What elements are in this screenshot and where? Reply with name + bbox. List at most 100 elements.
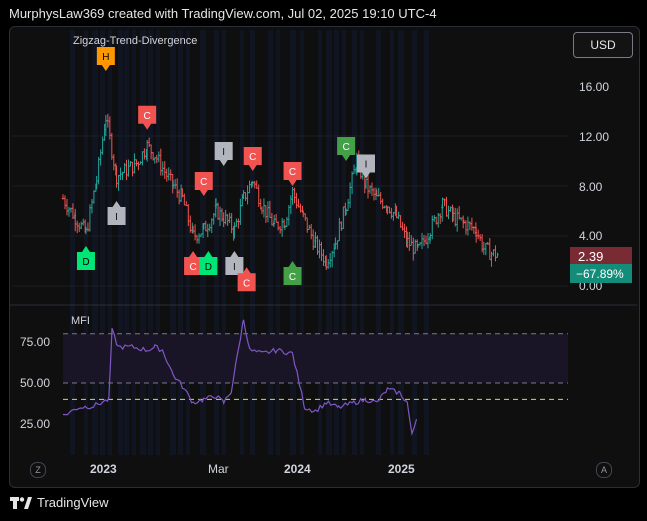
candle <box>494 245 497 262</box>
candle <box>346 199 350 211</box>
x-tick-label: 2025 <box>388 462 415 476</box>
candle <box>470 217 474 231</box>
candle <box>112 154 116 171</box>
divergence-band <box>342 30 346 455</box>
candle <box>488 238 492 261</box>
candle <box>255 180 258 189</box>
candle <box>226 214 229 226</box>
mfi-indicator-label[interactable]: MFI <box>71 315 90 327</box>
candle <box>193 224 197 241</box>
zigzag-marker-label: C <box>289 272 296 283</box>
change-percent-badge: −67.89% <box>570 264 632 283</box>
divergence-band <box>334 30 339 455</box>
divergence-band <box>92 30 98 455</box>
candle <box>476 229 480 240</box>
zoom-reset-button[interactable]: Z <box>30 462 46 478</box>
tradingview-logo-icon <box>10 496 32 509</box>
candle <box>433 215 436 222</box>
candle <box>370 182 374 197</box>
mfi-y-tick-label: 25.00 <box>20 417 51 431</box>
zigzag-marker[interactable]: H <box>96 47 115 71</box>
zigzag-marker-label: C <box>243 278 250 289</box>
zigzag-marker[interactable]: C <box>243 147 262 171</box>
candle <box>314 231 317 249</box>
divergence-band <box>360 30 364 455</box>
candle <box>80 221 83 230</box>
zigzag-marker-label: C <box>289 167 296 178</box>
currency-button[interactable]: USD <box>573 32 633 58</box>
candle <box>287 205 291 226</box>
candle <box>153 157 157 164</box>
divergence-band <box>290 30 296 455</box>
footer-brand: TradingView <box>10 495 109 510</box>
zigzag-marker-label: I <box>115 212 118 223</box>
candle <box>496 252 499 258</box>
divergence-band <box>222 30 226 455</box>
candle <box>67 206 71 217</box>
divergence-band <box>70 30 75 455</box>
zigzag-marker[interactable]: I <box>357 154 375 179</box>
candle <box>439 213 442 224</box>
candle <box>447 205 450 220</box>
main-indicator-label[interactable]: Zigzag-Trend-Divergence <box>73 35 197 47</box>
divergence-band <box>140 30 146 455</box>
candle <box>306 217 309 233</box>
mfi-band-fill <box>63 333 568 383</box>
candle <box>484 242 488 256</box>
candle <box>218 206 222 227</box>
candle <box>137 161 140 171</box>
zigzag-marker-label: C <box>200 177 207 188</box>
candle <box>408 231 411 251</box>
zigzag-marker-label: I <box>233 262 236 273</box>
candle <box>482 241 486 255</box>
candle <box>456 208 459 232</box>
candle <box>235 218 238 227</box>
divergence-band <box>250 30 255 455</box>
divergence-band <box>124 30 129 455</box>
candle <box>429 233 432 241</box>
candle <box>474 226 478 243</box>
zigzag-marker-label: C <box>342 142 349 153</box>
x-tick-label: Mar <box>208 462 229 476</box>
y-tick-label: 8.00 <box>579 180 603 194</box>
candle <box>280 217 284 237</box>
candle <box>230 213 233 234</box>
candle <box>197 233 201 244</box>
zigzag-marker-label: I <box>222 147 225 158</box>
zigzag-marker[interactable]: C <box>283 261 302 285</box>
zigzag-marker-label: H <box>102 52 109 63</box>
zigzag-marker[interactable]: C <box>194 172 213 196</box>
divergence-band <box>170 30 176 455</box>
candle <box>65 198 69 216</box>
zigzag-marker-label: I <box>365 160 368 171</box>
candle <box>237 218 240 229</box>
zigzag-marker[interactable]: C <box>283 162 302 186</box>
candle <box>88 204 92 232</box>
candle <box>454 207 457 227</box>
candle <box>445 196 448 217</box>
divergence-band <box>240 30 244 455</box>
auto-scale-button[interactable]: A <box>596 462 612 478</box>
candle <box>457 206 461 220</box>
zigzag-marker-label: D <box>82 257 89 268</box>
zigzag-marker-label: C <box>249 152 256 163</box>
candle <box>262 198 266 218</box>
divergence-band <box>100 30 105 455</box>
divergence-band <box>268 30 273 455</box>
candle <box>76 220 79 234</box>
mfi-y-tick-label: 75.00 <box>20 335 51 349</box>
candle <box>163 161 166 179</box>
divergence-band <box>352 30 357 455</box>
chart-canvas[interactable]: HCCCICICDIC D ICC <box>0 0 647 521</box>
x-tick-label: 2023 <box>90 462 117 476</box>
footer-brand-text: TradingView <box>37 495 109 510</box>
x-tick-label: 2024 <box>284 462 311 476</box>
zigzag-marker-label: D <box>205 262 212 273</box>
candle <box>210 218 213 234</box>
y-tick-label: 16.00 <box>579 80 610 94</box>
divergence-band <box>178 30 183 455</box>
candle <box>310 223 313 240</box>
candle <box>78 222 81 233</box>
candle <box>165 168 168 182</box>
zigzag-marker-label: C <box>144 111 151 122</box>
